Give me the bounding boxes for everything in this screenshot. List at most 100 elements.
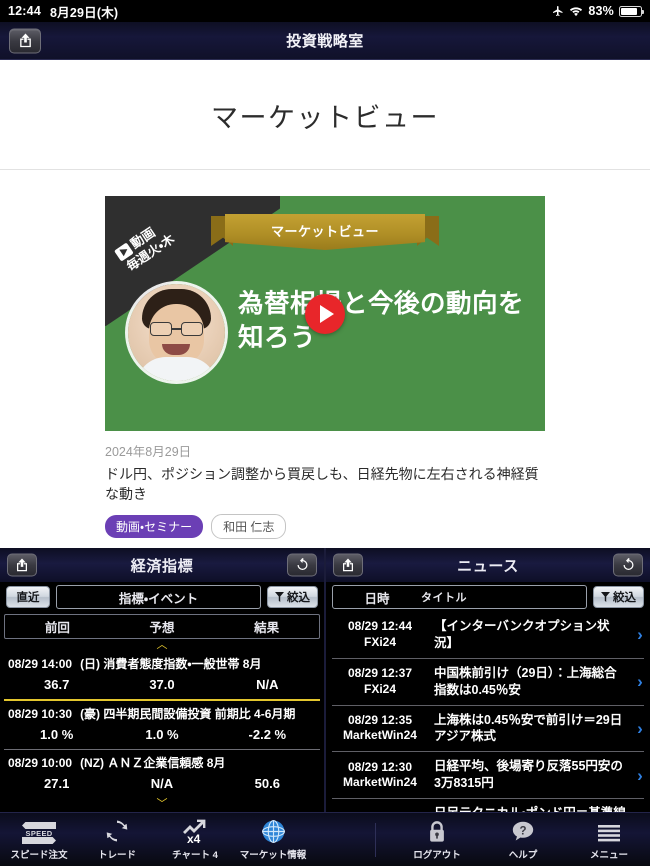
help-icon: ? bbox=[512, 821, 534, 841]
tab-label: ヘルプ bbox=[508, 850, 538, 861]
tag-category[interactable]: 動画・セミナー bbox=[105, 514, 204, 538]
scroll-up-caret-icon: ︿ bbox=[156, 639, 168, 651]
tab-trade[interactable]: トレード bbox=[86, 818, 148, 861]
app-root: 12:44 8月29日(木) 83% 投資戦略室 マーケットビュー 動画 毎週火… bbox=[0, 0, 650, 866]
news-panel-header: ニュース bbox=[326, 548, 650, 582]
chevron-right-icon[interactable]: › bbox=[632, 673, 648, 690]
content-heading: マーケットビュー bbox=[211, 103, 439, 133]
news-when: 08/29 12:44 FXi24 bbox=[332, 619, 428, 650]
economic-segment[interactable]: 指標・イベント bbox=[56, 585, 261, 609]
article-thumbnail[interactable]: 動画 毎週火・木 マーケットビュー 為替相場と今後の動向を知ろう bbox=[105, 196, 545, 431]
news-filter-button[interactable]: 絞込 bbox=[593, 586, 644, 608]
col-previous: 前回 bbox=[44, 621, 70, 635]
status-bar: 12:44 8月29日(木) 83% bbox=[0, 0, 650, 22]
share-icon bbox=[19, 33, 31, 48]
news-source: MarketWin24 bbox=[343, 728, 417, 743]
tab-chart-4[interactable]: x4 チャート 4 bbox=[164, 818, 226, 861]
svg-text:x4: x4 bbox=[187, 832, 201, 844]
row-previous: 1.0 % bbox=[40, 727, 74, 742]
news-controls: 日時 タイトル 絞込 bbox=[326, 582, 650, 612]
wifi-icon bbox=[570, 6, 583, 16]
table-row[interactable]: 08/29 10:00 (NZ) ＡＮＺ企業信頼感 8月 27.1 N/A 50… bbox=[0, 750, 324, 798]
economic-filter-button[interactable]: 絞込 bbox=[267, 586, 318, 608]
tab-label: ログアウト bbox=[413, 850, 461, 861]
bottom-tabbar: SPEED スピード注文 トレード x4 チャート 4 マーケット情報 ログアウ… bbox=[0, 812, 650, 866]
economic-share-button[interactable] bbox=[7, 553, 37, 577]
news-panel-title: ニュース bbox=[457, 557, 519, 575]
recent-filter-label: 直近 bbox=[16, 592, 40, 604]
economic-table-body: 08/29 14:00 (日) 消費者態度指数・一般世帯 8月 36.7 37.… bbox=[0, 651, 324, 812]
news-col-datetime: 日時 bbox=[364, 591, 390, 606]
table-row[interactable]: 08/29 14:00 (日) 消費者態度指数・一般世帯 8月 36.7 37.… bbox=[0, 651, 324, 699]
news-time: 08/29 12:37 bbox=[347, 666, 413, 681]
row-forecast: 1.0 % bbox=[145, 727, 179, 742]
row-previous: 36.7 bbox=[44, 677, 70, 692]
chevron-right-icon[interactable]: › bbox=[632, 626, 648, 643]
list-item[interactable]: 08/29 12:35 MarketWin24 上海株は0.45％安で前引け＝2… bbox=[326, 706, 650, 752]
panel-news: ニュース 日時 タイトル 絞込 08/29 12:44 FXi24 【インターバ… bbox=[326, 548, 650, 812]
news-time: 08/29 12:35 bbox=[347, 712, 413, 727]
news-refresh-button[interactable] bbox=[613, 553, 643, 577]
tabbar-right-group: ログアウト ? ヘルプ メニュー bbox=[369, 818, 650, 861]
refresh-icon bbox=[623, 558, 633, 570]
economic-panel-header: 経済指標 bbox=[0, 548, 324, 582]
tab-label: トレード bbox=[97, 850, 136, 861]
page-title: 投資戦略室 bbox=[286, 33, 364, 50]
play-button[interactable] bbox=[305, 293, 345, 334]
economic-table-header: 前回 予想 結果 bbox=[4, 614, 320, 639]
news-source: FXi24 bbox=[363, 634, 396, 649]
article-tags: 動画・セミナー 和田 仁志 bbox=[105, 505, 545, 539]
news-time: 08/29 12:30 bbox=[347, 759, 413, 774]
article-card[interactable]: 動画 毎週火・木 マーケットビュー 為替相場と今後の動向を知ろう 2024年8月… bbox=[105, 196, 545, 539]
news-title: 上海株は0.45％安で前引け＝29日アジア株式 bbox=[434, 712, 623, 744]
list-item[interactable]: 08/29 12:37 FXi24 中国株前引け（29日）：上海総合指数は0.4… bbox=[326, 659, 650, 705]
news-when: 08/29 12:35 MarketWin24 bbox=[332, 713, 428, 744]
economic-filter-label: 絞込 bbox=[287, 592, 310, 604]
tab-help[interactable]: ? ヘルプ bbox=[492, 818, 554, 861]
article-summary[interactable]: ドル円、ポジション調整から買戻しも、日経先物に左右される神経質な動き bbox=[105, 464, 545, 505]
table-row[interactable]: 08/29 10:30 (豪) 四半期民間設備投資 前期比 4-6月期 1.0 … bbox=[0, 701, 324, 749]
tabbar-divider bbox=[375, 822, 376, 857]
tab-logout[interactable]: ログアウト bbox=[406, 818, 468, 861]
tag-author[interactable]: 和田 仁志 bbox=[211, 513, 287, 539]
economic-refresh-button[interactable] bbox=[287, 553, 317, 577]
status-time: 12:44 bbox=[8, 4, 41, 18]
divider bbox=[0, 169, 650, 170]
tab-label: マーケット情報 bbox=[239, 850, 307, 861]
tab-speed-order[interactable]: SPEED スピード注文 bbox=[8, 818, 70, 861]
share-icon bbox=[17, 558, 27, 572]
row-previous: 27.1 bbox=[44, 776, 70, 791]
news-share-button[interactable] bbox=[333, 553, 363, 577]
list-item[interactable]: 08/29 12:28 日足テクニカル・ポンド円＝基準線の › bbox=[326, 799, 650, 812]
news-col-title: タイトル bbox=[421, 592, 467, 604]
news-title: 【インターバンクオプション状況】 bbox=[434, 619, 610, 650]
funnel-icon bbox=[275, 592, 284, 602]
tab-menu[interactable]: メニュー bbox=[578, 818, 640, 861]
trade-refresh-icon bbox=[106, 820, 128, 842]
row-result: 50.6 bbox=[254, 776, 280, 791]
webview-content[interactable]: マーケットビュー 動画 毎週火・木 マーケットビュー 為替相場と今後の動向を知ろ… bbox=[0, 60, 650, 548]
chevron-right-icon[interactable]: › bbox=[632, 767, 648, 784]
list-item[interactable]: 08/29 12:44 FXi24 【インターバンクオプション状況】 › bbox=[326, 612, 650, 658]
economic-panel-title: 経済指標 bbox=[130, 557, 194, 575]
news-column-header[interactable]: 日時 タイトル bbox=[332, 585, 587, 609]
row-forecast: N/A bbox=[150, 776, 174, 791]
row-name: (豪) 四半期民間設備投資 前期比 4-6月期 bbox=[80, 707, 296, 721]
row-time: 08/29 10:30 bbox=[8, 706, 73, 721]
chevron-right-icon[interactable]: › bbox=[632, 720, 648, 737]
status-date: 8月29日(木) bbox=[49, 5, 119, 20]
recent-filter-button[interactable]: 直近 bbox=[6, 586, 50, 608]
tab-label: チャート 4 bbox=[172, 850, 218, 861]
share-button[interactable] bbox=[9, 28, 41, 53]
row-time: 08/29 10:00 bbox=[8, 755, 73, 770]
battery-percent: 83% bbox=[588, 4, 614, 18]
tab-market-info[interactable]: マーケット情報 bbox=[239, 818, 307, 861]
row-name: (NZ) ＡＮＺ企業信頼感 8月 bbox=[80, 756, 226, 770]
hamburger-menu-icon bbox=[598, 825, 620, 842]
news-when: 08/29 12:37 FXi24 bbox=[332, 666, 428, 697]
economic-controls: 直近 指標・イベント 絞込 bbox=[0, 582, 324, 612]
list-item[interactable]: 08/29 12:30 MarketWin24 日経平均、後場寄り反落55円安の… bbox=[326, 752, 650, 798]
news-title: 日経平均、後場寄り反落55円安の3万8315円 bbox=[434, 759, 623, 791]
lock-icon bbox=[430, 821, 444, 842]
thumbnail-headline: 為替相場と今後の動向を知ろう bbox=[238, 290, 525, 352]
